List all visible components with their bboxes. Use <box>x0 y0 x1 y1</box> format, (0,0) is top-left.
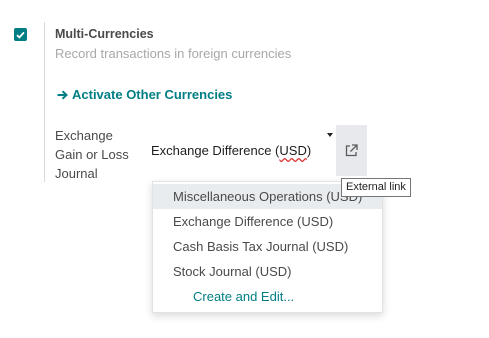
dropdown-option[interactable]: Cash Basis Tax Journal (USD) <box>153 234 382 259</box>
label-line-1: Exchange <box>55 128 113 143</box>
select-value-suffix: ) <box>306 143 312 158</box>
activate-currencies-label: Activate Other Currencies <box>72 87 233 102</box>
create-and-edit-option[interactable]: Create and Edit... <box>153 284 382 309</box>
exchange-journal-select[interactable]: Exchange Difference (USD) <box>151 133 337 163</box>
setting-title: Multi-Currencies <box>55 27 154 41</box>
exchange-journal-label: Exchange Gain or Loss Journal <box>55 126 140 183</box>
multi-currencies-checkbox[interactable] <box>14 28 27 41</box>
external-link-button[interactable] <box>336 125 367 176</box>
journal-dropdown: Miscellaneous Operations (USD) Exchange … <box>152 181 383 313</box>
select-value: Exchange Difference (USD) <box>151 143 311 158</box>
multi-currencies-setting: Multi-Currencies Record transactions in … <box>0 0 489 338</box>
dropdown-option[interactable]: Stock Journal (USD) <box>153 259 382 284</box>
select-value-currency: USD <box>279 143 307 158</box>
label-line-3: Journal <box>55 166 98 181</box>
activate-currencies-link[interactable]: Activate Other Currencies <box>57 87 232 102</box>
external-link-icon <box>345 144 358 157</box>
dropdown-option[interactable]: Exchange Difference (USD) <box>153 209 382 234</box>
setting-description: Record transactions in foreign currencie… <box>55 46 292 61</box>
caret-down-icon[interactable] <box>327 133 333 137</box>
arrow-right-icon <box>57 89 68 100</box>
setting-divider <box>44 22 45 182</box>
external-link-tooltip: External link <box>341 178 411 197</box>
select-value-prefix: Exchange Difference ( <box>151 143 280 158</box>
label-line-2: Gain or Loss <box>55 147 129 162</box>
checkmark-icon <box>16 31 25 39</box>
